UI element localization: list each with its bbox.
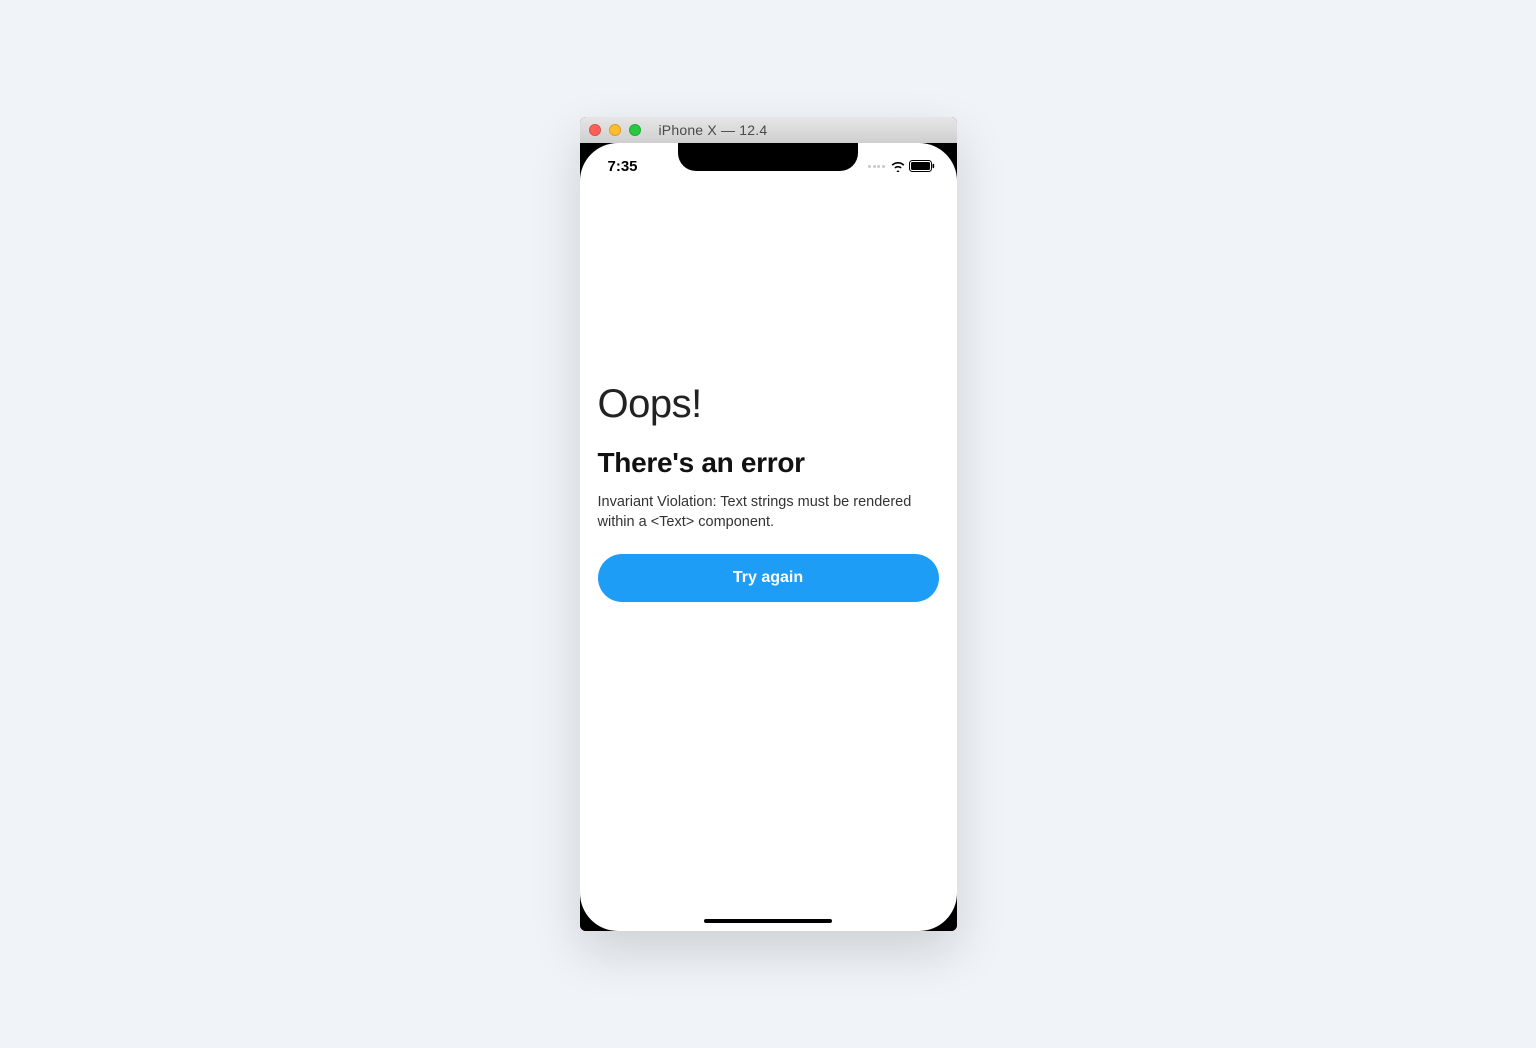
minimize-window-button[interactable] [609,124,621,136]
try-again-button[interactable]: Try again [598,554,939,602]
simulator-window: iPhone X — 12.4 7:35 [580,117,957,931]
error-subheading: There's an error [598,447,939,479]
error-heading: Oops! [598,382,939,427]
home-indicator[interactable] [704,919,832,924]
window-titlebar[interactable]: iPhone X — 12.4 [580,117,957,144]
error-screen: Oops! There's an error Invariant Violati… [580,143,957,931]
close-window-button[interactable] [589,124,601,136]
wifi-icon [890,160,906,172]
window-title: iPhone X — 12.4 [659,122,768,138]
phone-screen: 7:35 Oops! [580,143,957,931]
status-time: 7:35 [608,158,638,175]
device-notch [678,143,858,171]
battery-icon [909,160,935,172]
maximize-window-button[interactable] [629,124,641,136]
status-indicators [868,160,935,172]
error-message: Invariant Violation: Text strings must b… [598,493,939,532]
simulator-body: 7:35 Oops! [580,143,957,931]
cellular-icon [868,165,885,168]
